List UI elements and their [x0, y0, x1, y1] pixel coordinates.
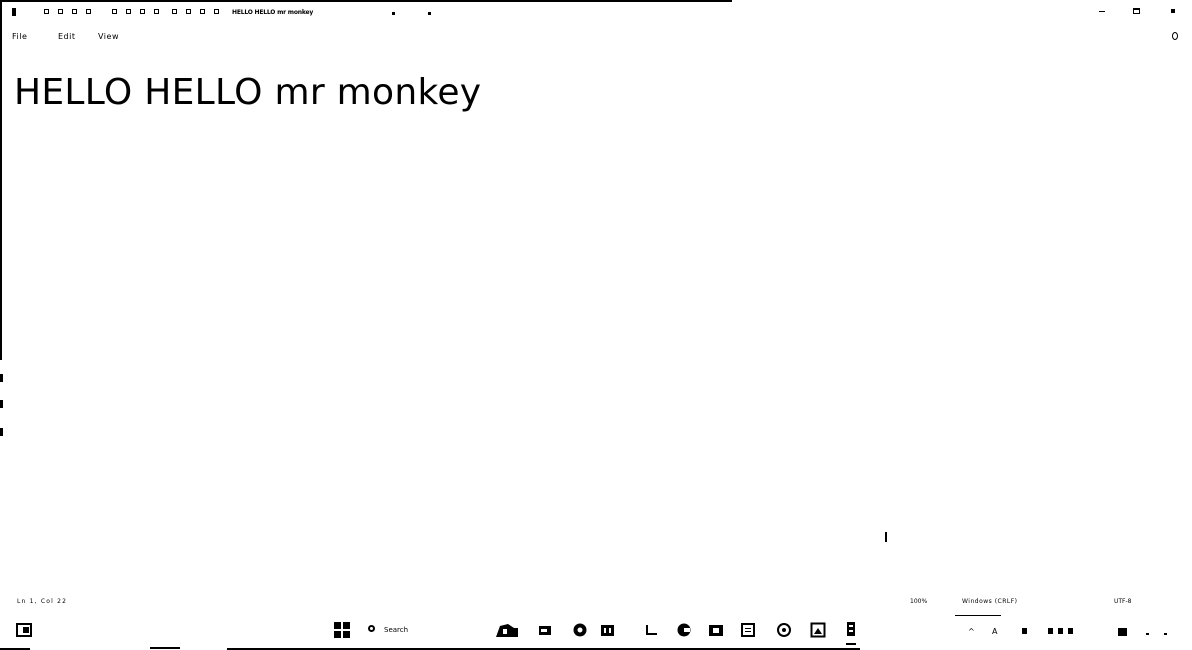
- tab-icon[interactable]: [214, 9, 219, 14]
- window-edge-mark: [0, 428, 3, 436]
- clipboard-icon[interactable]: [1022, 628, 1027, 634]
- document-tab-title[interactable]: HELLO HELLO mr monkey: [232, 9, 313, 16]
- notepad-app-icon[interactable]: [12, 8, 16, 16]
- wifi-icon[interactable]: [1048, 628, 1053, 634]
- input-language[interactable]: A: [992, 627, 997, 636]
- window-left-border: [0, 0, 2, 360]
- minimize-icon[interactable]: [1099, 11, 1105, 12]
- status-divider: [955, 615, 1001, 616]
- text-editor-area[interactable]: HELLO HELLO mr monkey: [14, 70, 1174, 590]
- window-edge-mark: [0, 400, 3, 408]
- photos-icon[interactable]: [810, 622, 826, 638]
- tab-icon[interactable]: [86, 9, 91, 14]
- file-explorer-icon[interactable]: [538, 622, 554, 638]
- settings-gear-icon[interactable]: [1172, 32, 1178, 40]
- cloud-drive-icon[interactable]: [494, 622, 520, 638]
- tray-overflow-chevron-icon[interactable]: ^: [968, 627, 975, 636]
- clock-icon[interactable]: [1118, 628, 1127, 636]
- menu-view[interactable]: View: [98, 32, 119, 41]
- media-player-icon[interactable]: [776, 622, 792, 638]
- close-icon[interactable]: [1171, 9, 1175, 13]
- menu-file[interactable]: File: [12, 32, 27, 41]
- battery-icon[interactable]: [1068, 628, 1073, 634]
- start-button-icon[interactable]: [334, 622, 350, 638]
- taskbar: [0, 618, 1192, 650]
- volume-icon[interactable]: [1058, 628, 1063, 634]
- cursor-position: Ln 1, Col 22: [17, 598, 68, 605]
- window-edge-mark: [0, 374, 3, 382]
- tab-icon[interactable]: [172, 9, 177, 14]
- desktop-screen: HELLO HELLO mr monkey File Edit View HEL…: [0, 0, 1192, 650]
- tab-icon[interactable]: [72, 9, 77, 14]
- show-desktop-icon[interactable]: [1164, 633, 1167, 635]
- tab-icon[interactable]: [140, 9, 145, 14]
- menu-bar: File Edit View: [0, 28, 1192, 46]
- edge-icon[interactable]: [676, 622, 692, 638]
- encoding[interactable]: UTF-8: [1114, 598, 1132, 606]
- taskbar-search[interactable]: Search: [364, 622, 424, 638]
- status-bar: Ln 1, Col 22 100% Windows (CRLF) UTF-8: [0, 596, 1192, 612]
- tab-icon[interactable]: [126, 9, 131, 14]
- tab-close-icon[interactable]: [392, 12, 395, 15]
- tab-icon[interactable]: [112, 9, 117, 14]
- tab-icon[interactable]: [58, 9, 63, 14]
- notification-icon[interactable]: [1146, 633, 1149, 635]
- menu-edit[interactable]: Edit: [58, 32, 76, 41]
- line-ending[interactable]: Windows (CRLF): [962, 598, 1018, 606]
- store-icon[interactable]: [600, 622, 616, 638]
- chrome-icon[interactable]: [572, 622, 588, 638]
- editor-text-line[interactable]: HELLO HELLO mr monkey: [14, 70, 1174, 116]
- teams-icon[interactable]: [708, 622, 724, 638]
- tab-icon[interactable]: [200, 9, 205, 14]
- maximize-icon[interactable]: [1133, 8, 1140, 14]
- title-bar: HELLO HELLO mr monkey: [0, 0, 1192, 28]
- tab-icon[interactable]: [186, 9, 191, 14]
- zoom-level[interactable]: 100%: [910, 598, 927, 606]
- search-icon: [368, 625, 375, 632]
- title-bar-rule: [0, 0, 732, 2]
- notepad-icon[interactable]: [740, 622, 756, 638]
- new-tab-icon[interactable]: [428, 12, 431, 15]
- search-placeholder: Search: [384, 626, 409, 634]
- widgets-icon[interactable]: [16, 623, 32, 637]
- folder-icon[interactable]: [644, 622, 660, 638]
- tab-icon[interactable]: [154, 9, 159, 14]
- terminal-icon[interactable]: [846, 622, 856, 646]
- mouse-text-cursor: [885, 532, 887, 542]
- tab-icon[interactable]: [44, 9, 49, 14]
- taskbar-rule: [150, 647, 180, 649]
